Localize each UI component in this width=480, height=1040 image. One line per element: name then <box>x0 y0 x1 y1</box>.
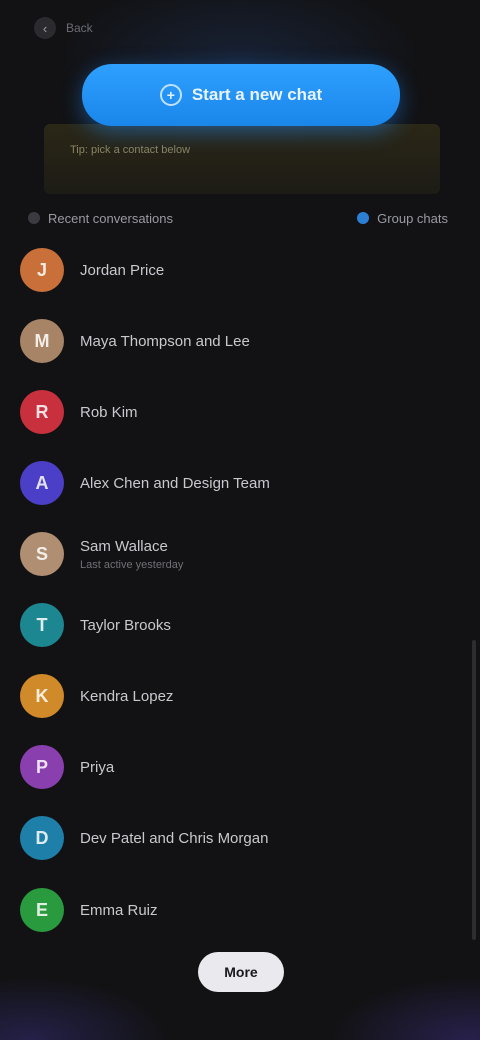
contacts-panel: ‹ Back Tip: pick a contact below + Start… <box>0 0 480 1040</box>
contact-name: Rob Kim <box>80 403 138 421</box>
list-item[interactable]: J Jordan Price <box>20 242 450 298</box>
radio-icon <box>28 212 40 224</box>
list-item[interactable]: S Sam Wallace Last active yesterday <box>20 526 450 582</box>
contact-name: Alex Chen and Design Team <box>80 474 270 492</box>
list-item[interactable]: E Emma Ruiz <box>20 882 450 938</box>
list-item[interactable]: T Taylor Brooks <box>20 597 450 653</box>
contact-name: Dev Patel and Chris Morgan <box>80 829 269 847</box>
filter-recent[interactable]: Recent conversations <box>28 211 173 226</box>
new-chat-button-label: Start a new chat <box>191 85 323 104</box>
contact-name: Kendra Lopez <box>80 687 174 705</box>
more-button[interactable]: More <box>198 952 284 992</box>
avatar: J <box>20 248 64 292</box>
filter-groups[interactable]: Group chats <box>357 211 448 226</box>
contact-name: Maya Thompson and Lee <box>80 332 250 350</box>
scrollbar[interactable] <box>472 640 476 940</box>
filter-row: Recent conversations Group chats <box>28 204 448 232</box>
back-label: Back <box>66 21 93 35</box>
contact-name: Sam Wallace <box>80 537 168 555</box>
avatar: P <box>20 745 64 789</box>
contact-name: Emma Ruiz <box>80 901 158 919</box>
avatar: R <box>20 390 64 434</box>
avatar: D <box>20 816 64 860</box>
contact-name: Taylor Brooks <box>80 616 171 634</box>
avatar: A <box>20 461 64 505</box>
list-item[interactable]: K Kendra Lopez <box>20 668 450 724</box>
avatar: K <box>20 674 64 718</box>
avatar: E <box>20 888 64 932</box>
new-chat-button[interactable]: + Start a new chat <box>82 64 400 126</box>
list-item[interactable]: D Dev Patel and Chris Morgan <box>20 810 450 866</box>
contact-name: Jordan Price <box>80 261 165 279</box>
plus-icon: + <box>159 84 182 106</box>
list-item[interactable]: R Rob Kim <box>20 384 450 440</box>
tip-banner-text: Tip: pick a contact below <box>70 144 191 156</box>
avatar: M <box>20 319 64 363</box>
list-item[interactable]: M Maya Thompson and Lee <box>20 313 450 369</box>
filter-groups-label: Group chats <box>377 210 448 226</box>
avatar: T <box>20 603 64 647</box>
contact-status: Last active yesterday <box>80 558 184 571</box>
contact-name: Priya <box>80 758 115 776</box>
top-bar: ‹ Back <box>34 14 93 42</box>
list-item[interactable]: P Priya <box>20 739 450 795</box>
chevron-left-icon[interactable]: ‹ <box>34 17 56 39</box>
list-item[interactable]: A Alex Chen and Design Team <box>20 455 450 511</box>
avatar: S <box>20 532 64 576</box>
filter-recent-label: Recent conversations <box>48 210 174 226</box>
radio-selected-icon <box>357 212 370 224</box>
